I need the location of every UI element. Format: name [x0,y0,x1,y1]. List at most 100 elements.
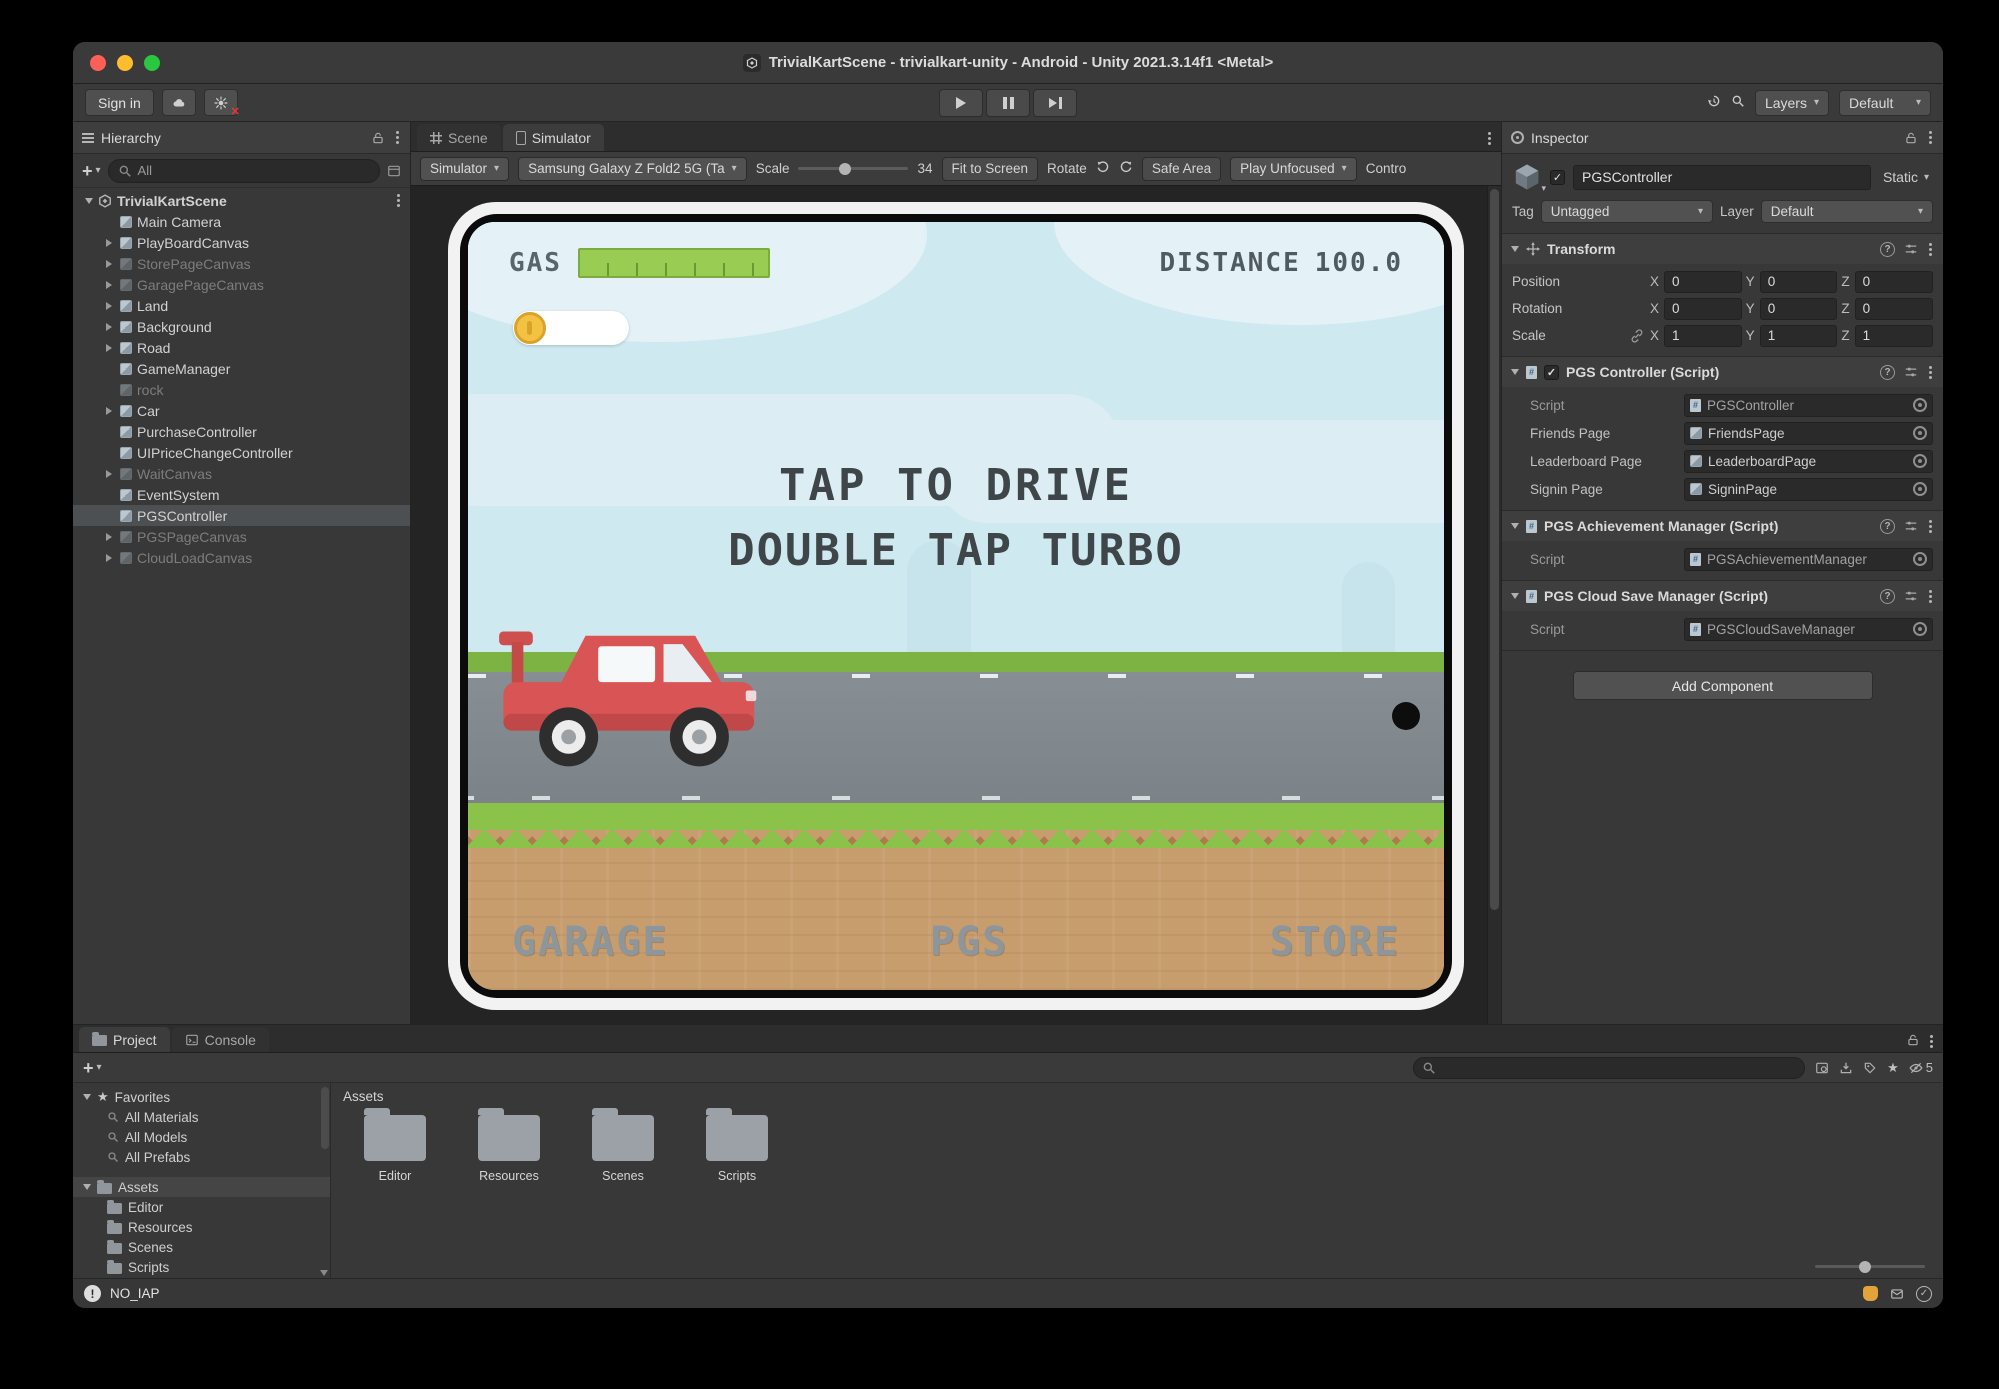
hierarchy-item[interactable]: WaitCanvas [73,463,410,484]
scene-view-menu-icon[interactable] [1486,130,1493,147]
help-icon[interactable]: ? [1880,242,1895,257]
hierarchy-scene-row[interactable]: TrivialKartScene [73,190,410,211]
active-checkbox[interactable]: ✓ [1550,170,1565,185]
script-object-field[interactable]: PGSCloudSaveManager [1684,618,1933,641]
tree-folder[interactable]: Editor [73,1197,330,1217]
tab-project[interactable]: Project [79,1027,170,1052]
scroll-down-icon[interactable] [320,1270,328,1276]
scale-y-field[interactable]: 1 [1760,325,1838,347]
inspector-menu-icon[interactable] [1927,129,1934,146]
layout-dropdown[interactable]: Default▾ [1839,90,1931,116]
layers-dropdown[interactable]: Layers▾ [1755,90,1829,116]
transform-header[interactable]: Transform ? [1502,234,1943,264]
expand-icon[interactable] [106,281,112,289]
component-header[interactable]: PGS Cloud Save Manager (Script) ? [1502,581,1943,611]
object-picker-icon[interactable] [1913,454,1927,468]
asset-import-icon[interactable] [1839,1061,1853,1075]
enabled-checkbox[interactable]: ✓ [1544,365,1559,380]
tree-scrollbar[interactable] [321,1087,329,1149]
component-menu-icon[interactable] [1927,364,1934,381]
hierarchy-item[interactable]: PurchaseController [73,421,410,442]
store-button[interactable]: STORE [1270,919,1400,965]
uniform-scale-link-icon[interactable] [1630,329,1644,343]
favorite-item[interactable]: All Models [73,1127,330,1147]
hierarchy-item[interactable]: GaragePageCanvas [73,274,410,295]
folder-tile-editor[interactable]: Editor [349,1115,441,1183]
hierarchy-item[interactable]: Car [73,400,410,421]
status-ok-icon[interactable]: ✓ [1916,1286,1932,1302]
hierarchy-item[interactable]: StorePageCanvas [73,253,410,274]
object-picker-icon[interactable] [1913,426,1927,440]
undo-history-icon[interactable] [1707,94,1721,111]
console-message-icon[interactable]: ! [84,1285,101,1302]
pgs-button[interactable]: PGS [930,919,1008,965]
hierarchy-item[interactable]: Land [73,295,410,316]
search-icon[interactable] [1731,94,1745,111]
signin-page-object-field[interactable]: SigninPage [1684,478,1933,501]
folder-tile-scenes[interactable]: Scenes [577,1115,669,1183]
object-name-field[interactable]: PGSController [1573,165,1871,190]
expand-icon[interactable] [106,239,112,247]
tree-folder[interactable]: Scripts [73,1257,330,1277]
foldout-icon[interactable] [85,198,93,204]
tag-dropdown[interactable]: Untagged▾ [1541,200,1713,223]
object-picker-icon[interactable] [1913,622,1927,636]
sign-in-button[interactable]: Sign in [85,89,154,116]
play-unfocused-dropdown[interactable]: Play Unfocused▾ [1230,157,1357,181]
component-menu-icon[interactable] [1927,518,1934,535]
tree-folder[interactable]: Resources [73,1217,330,1237]
status-message[interactable]: NO_IAP [110,1286,160,1301]
thumbnail-zoom-slider[interactable] [1815,1265,1925,1268]
assets-root[interactable]: Assets [73,1177,330,1197]
cloud-button[interactable] [162,89,196,116]
add-component-button[interactable]: Add Component [1573,671,1873,700]
simulator-mode-dropdown[interactable]: Simulator▾ [420,157,509,181]
project-search-input[interactable] [1413,1057,1805,1079]
friends-page-object-field[interactable]: FriendsPage [1684,422,1933,445]
folder-tile-resources[interactable]: Resources [463,1115,555,1183]
services-error-button[interactable]: ✕ [204,89,238,116]
pause-button[interactable] [986,89,1030,117]
script-object-field[interactable]: PGSController [1684,394,1933,417]
hierarchy-item[interactable]: PGSPageCanvas [73,526,410,547]
game-screen[interactable]: GAS DISTANCE 100.0 TAP TO D [468,222,1444,990]
label-icon[interactable] [1863,1061,1877,1075]
help-icon[interactable]: ? [1880,589,1895,604]
presets-icon[interactable] [1904,242,1918,256]
object-picker-icon[interactable] [1913,552,1927,566]
expand-icon[interactable] [106,344,112,352]
favorite-item[interactable]: All Prefabs [73,1147,330,1167]
expand-icon[interactable] [106,260,112,268]
rotation-z-field[interactable]: 0 [1855,298,1933,320]
tab-console[interactable]: Console [172,1027,269,1052]
object-picker-icon[interactable] [1913,482,1927,496]
expand-icon[interactable] [106,554,112,562]
foldout-icon[interactable] [83,1094,91,1100]
position-y-field[interactable]: 0 [1760,271,1838,293]
project-menu-icon[interactable] [1928,1033,1935,1050]
hierarchy-item[interactable]: UIPriceChangeController [73,442,410,463]
help-icon[interactable]: ? [1880,519,1895,534]
component-header[interactable]: PGS Achievement Manager (Script) ? [1502,511,1943,541]
expand-icon[interactable] [106,323,112,331]
foldout-icon[interactable] [1511,593,1519,599]
tab-scene[interactable]: Scene [417,124,501,151]
hierarchy-item[interactable]: EventSystem [73,484,410,505]
expand-icon[interactable] [106,533,112,541]
position-x-field[interactable]: 0 [1664,271,1742,293]
collab-avatar-icon[interactable] [1863,1286,1878,1301]
presets-icon[interactable] [1904,365,1918,379]
close-window-button[interactable] [90,55,106,71]
scale-x-field[interactable]: 1 [1664,325,1742,347]
hierarchy-item[interactable]: Road [73,337,410,358]
hierarchy-item-selected[interactable]: PGSController [73,505,410,526]
scale-z-field[interactable]: 1 [1855,325,1933,347]
hierarchy-search-input[interactable]: All [108,159,380,183]
component-menu-icon[interactable] [1927,588,1934,605]
coin-toggle[interactable] [513,311,629,345]
hierarchy-item[interactable]: Main Camera [73,211,410,232]
scale-slider[interactable] [798,167,908,170]
presets-icon[interactable] [1904,519,1918,533]
hierarchy-item[interactable]: Background [73,316,410,337]
rotation-y-field[interactable]: 0 [1760,298,1838,320]
